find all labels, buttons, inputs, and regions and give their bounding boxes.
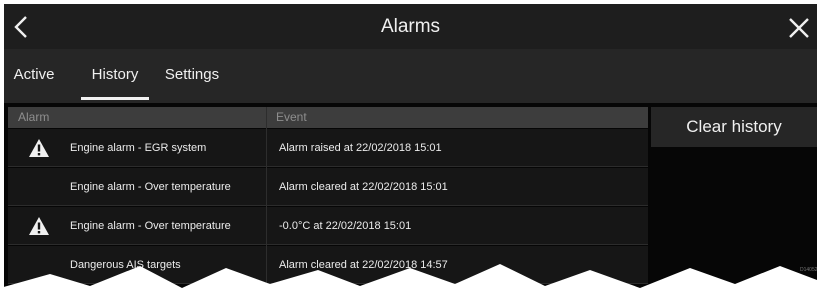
tab-bar: Active History Settings [4,49,817,103]
column-header-alarm: Alarm [18,110,50,124]
tab-settings[interactable]: Settings [160,49,224,103]
clear-history-button[interactable]: Clear history [651,107,817,147]
alarm-event: -0.0°C at 22/02/2018 15:01 [279,220,412,232]
table-row[interactable]: Engine alarm - EGR system Alarm raised a… [8,129,648,167]
title-bar: Alarms [4,4,817,49]
page-title: Alarms [380,16,441,37]
close-icon [789,18,809,38]
alarm-name: Engine alarm - EGR system [70,142,207,154]
tab-active[interactable]: Active [4,49,64,103]
torn-edge [0,264,817,294]
alarm-event: Alarm raised at 22/02/2018 15:01 [279,142,442,154]
table-header: Alarm Event [8,107,648,128]
tab-history[interactable]: History [81,49,149,103]
alarm-name: Engine alarm - Over temperature [70,220,231,232]
alarm-event: Alarm cleared at 22/02/2018 15:01 [279,181,448,193]
warning-icon [29,217,49,235]
column-header-event: Event [276,110,307,124]
table-row[interactable]: Engine alarm - Over temperature -0.0°C a… [8,207,648,245]
close-button[interactable] [786,15,812,41]
warning-icon [29,139,49,157]
table-row[interactable]: Engine alarm - Over temperature Alarm cl… [8,168,648,206]
alarm-name: Engine alarm - Over temperature [70,181,231,193]
